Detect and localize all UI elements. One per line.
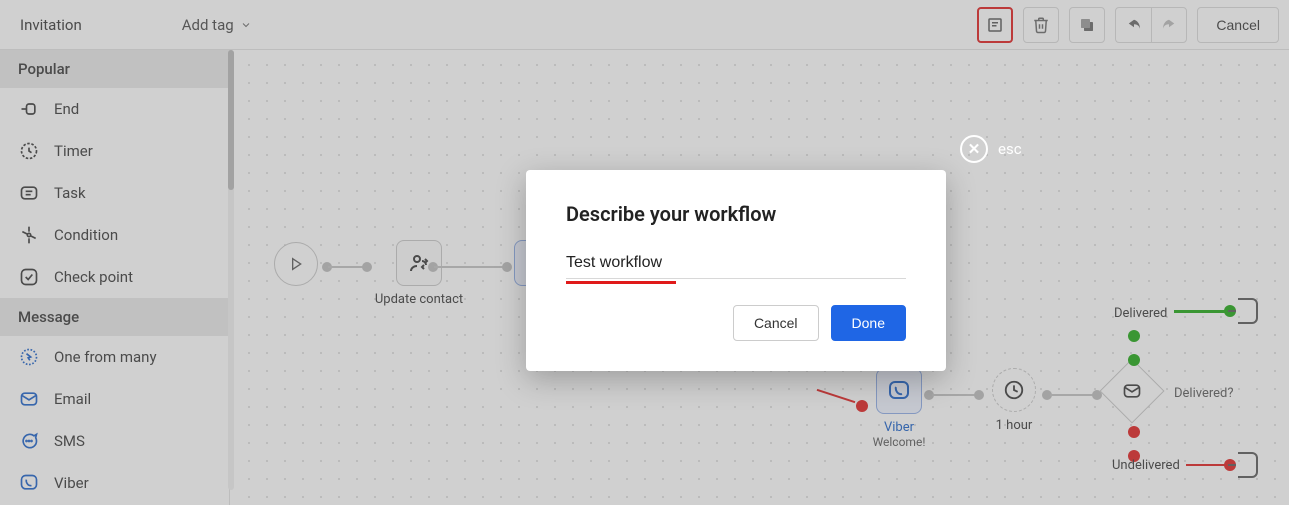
workflow-description-input[interactable] <box>566 254 906 272</box>
modal-esc-hint[interactable]: ✕ esc <box>960 135 1022 163</box>
esc-label: esc <box>998 140 1022 158</box>
close-icon: ✕ <box>960 135 988 163</box>
modal-input-wrap <box>566 254 906 279</box>
describe-workflow-modal: Describe your workflow Cancel Done <box>526 170 946 371</box>
modal-title: Describe your workflow <box>566 202 906 226</box>
modal-done-button[interactable]: Done <box>831 305 906 341</box>
input-highlight <box>566 281 676 284</box>
modal-cancel-button[interactable]: Cancel <box>733 305 819 341</box>
